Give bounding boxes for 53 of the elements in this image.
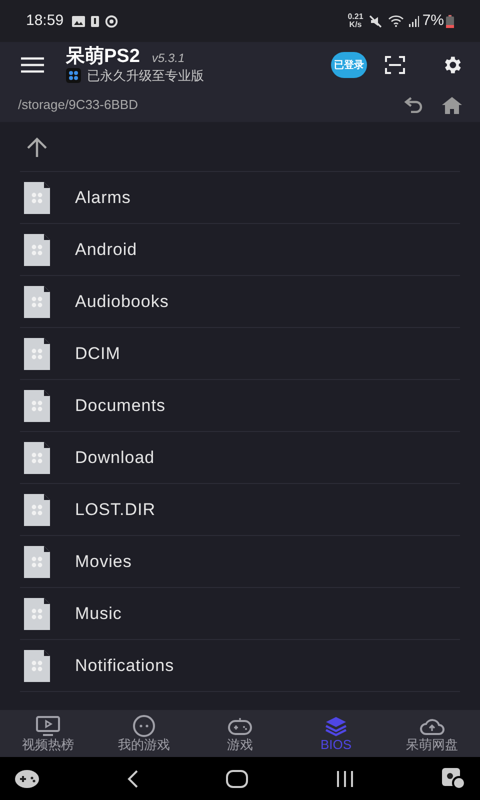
file-icon xyxy=(24,390,50,422)
scan-icon[interactable] xyxy=(385,56,405,74)
current-path: /storage/9C33-6BBD xyxy=(18,96,138,114)
face-icon xyxy=(131,715,157,737)
recents-icon[interactable] xyxy=(335,770,355,788)
file-icon xyxy=(24,234,50,266)
gamepad-icon xyxy=(227,715,253,737)
back-icon[interactable] xyxy=(127,770,139,788)
folder-name[interactable]: Notifications xyxy=(75,652,174,678)
file-icon xyxy=(24,338,50,370)
folder-name[interactable]: Music xyxy=(75,600,122,626)
nav-tab[interactable]: 呆萌网盘 xyxy=(384,710,480,757)
wifi-icon xyxy=(388,15,404,27)
app-version: v5.3.1 xyxy=(152,50,185,66)
mute-icon xyxy=(369,14,382,28)
file-icon xyxy=(24,182,50,214)
file-icon xyxy=(24,650,50,682)
file-icon xyxy=(24,442,50,474)
nav-tab[interactable]: 游戏 xyxy=(192,710,288,757)
file-icon xyxy=(24,598,50,630)
file-icon xyxy=(24,286,50,318)
home-button-icon[interactable] xyxy=(226,770,248,788)
status-time: 18:59 xyxy=(26,10,64,31)
circle-icon xyxy=(104,14,118,28)
up-arrow-icon[interactable] xyxy=(26,136,48,156)
file-icon xyxy=(24,546,50,578)
tv-icon xyxy=(35,715,61,737)
app-title: 呆萌PS2 xyxy=(66,46,140,66)
menu-icon[interactable] xyxy=(21,57,44,73)
network-speed: 0.21 K/s xyxy=(348,13,364,29)
nav-tab[interactable]: 我的游戏 xyxy=(96,710,192,757)
layers-icon xyxy=(323,715,349,737)
signal-icon xyxy=(408,16,420,26)
subscription-text: 已永久升级至专业版 xyxy=(87,68,204,84)
file-icon xyxy=(24,494,50,526)
folder-name[interactable]: LOST.DIR xyxy=(75,496,156,522)
battery-icon xyxy=(90,15,99,27)
folder-name[interactable]: DCIM xyxy=(75,340,120,366)
touch-icon[interactable] xyxy=(442,768,466,790)
folder-name[interactable]: Movies xyxy=(75,548,132,574)
folder-name[interactable]: Alarms xyxy=(75,184,131,210)
undo-icon[interactable] xyxy=(404,97,424,113)
image-icon xyxy=(72,16,85,26)
app-logo-icon xyxy=(66,68,81,83)
battery-level: 7% xyxy=(422,10,444,31)
battery-icon xyxy=(446,14,454,28)
nav-tab[interactable]: 视频热榜 xyxy=(0,710,96,757)
folder-name[interactable]: Documents xyxy=(75,392,166,418)
folder-name[interactable]: Download xyxy=(75,444,155,470)
folder-name[interactable]: Android xyxy=(75,236,138,262)
folder-name[interactable]: Audiobooks xyxy=(75,288,169,314)
home-icon[interactable] xyxy=(442,96,462,114)
gamepad-icon[interactable] xyxy=(14,768,40,788)
